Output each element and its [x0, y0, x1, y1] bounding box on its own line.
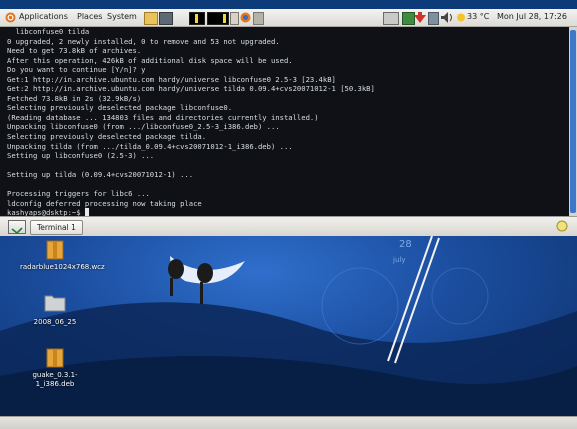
- applications-menu[interactable]: Applications: [19, 12, 68, 21]
- notification-icon[interactable]: [556, 220, 568, 232]
- desktop-icon-label: guake_0.3.1-1_i386.deb: [32, 371, 78, 388]
- terminal-line: (Reading database ... 134803 files and d…: [7, 112, 319, 122]
- terminal-line: Get:2 http://in.archive.ubuntu.com hardy…: [7, 84, 375, 94]
- notes-icon[interactable]: [253, 12, 264, 25]
- desktop[interactable]: 28 july radarblue1024x768.wcz 2008_06_25…: [0, 236, 577, 416]
- package-file-icon: [46, 348, 64, 368]
- top-panel: Applications Places System 33 °C Mon Jul…: [0, 9, 577, 27]
- separator-icon: [230, 12, 239, 25]
- desktop-icon-folder[interactable]: 2008_06_25: [20, 292, 90, 332]
- firefox-icon[interactable]: [240, 12, 251, 23]
- terminal-line: Setting up tilda (0.09.4+cvs20071012-1) …: [7, 170, 194, 180]
- terminal-scrollbar-thumb[interactable]: [570, 30, 576, 213]
- terminal-output[interactable]: libconfuse0 tilda 0 upgraded, 2 newly in…: [0, 27, 569, 216]
- wallpaper-calendar-month: july: [393, 256, 406, 264]
- terminal-line: Fetched 73.8kB in 2s (32.9kB/s): [7, 93, 142, 103]
- temperature-readout[interactable]: 33 °C: [467, 12, 489, 21]
- file-browser-icon[interactable]: [144, 12, 158, 25]
- terminal-cursor: [84, 208, 89, 216]
- terminal-line: Setting up libconfuse0 (2.5-3) ...: [7, 151, 155, 161]
- terminal-line: Unpacking libconfuse0 (from .../libconfu…: [7, 122, 280, 132]
- battery-tray-icon[interactable]: [428, 12, 439, 25]
- desktop-icon-label: 2008_06_25: [33, 318, 77, 326]
- terminal-line: ldconfig deferred processing now taking …: [7, 198, 202, 208]
- system-menu[interactable]: System: [107, 12, 137, 21]
- terminal-launcher-icon[interactable]: [159, 12, 173, 25]
- weather-icon: [457, 13, 465, 22]
- show-desktop-button[interactable]: [8, 220, 26, 235]
- update-tray-icon[interactable]: [414, 12, 426, 23]
- terminal-line: Selecting previously deselected package …: [7, 132, 207, 142]
- terminal-line: After this operation, 426kB of additiona…: [7, 55, 293, 65]
- terminal-window[interactable]: libconfuse0 tilda 0 upgraded, 2 newly in…: [0, 27, 569, 216]
- folder-icon: [44, 295, 66, 312]
- bottom-taskbar: Terminal 1: [0, 216, 577, 237]
- terminal-line: Selecting previously deselected package …: [7, 103, 233, 113]
- cpu-graph-icon: [207, 12, 229, 25]
- display-tray-icon[interactable]: [383, 12, 399, 25]
- wallpaper-calendar-day: 28: [399, 239, 412, 250]
- clock[interactable]: Mon Jul 28, 17:26: [497, 12, 567, 21]
- volume-tray-icon[interactable]: [441, 12, 453, 23]
- taskbar-terminal-button[interactable]: Terminal 1: [30, 220, 83, 235]
- terminal-line: libconfuse0 tilda: [7, 27, 90, 36]
- terminal-line: Get:1 http://in.archive.ubuntu.com hardy…: [7, 74, 336, 84]
- terminal-line: Need to get 73.8kB of archives.: [7, 46, 142, 56]
- desktop-icon-guake[interactable]: guake_0.3.1-1_i386.deb: [20, 347, 90, 397]
- desktop-icon-label: radarblue1024x768.wcz: [20, 263, 105, 271]
- terminal-line: kashyaps@dsktp:~$: [7, 208, 85, 216]
- desktop-icon-radarblue[interactable]: radarblue1024x768.wcz: [20, 239, 105, 289]
- system-monitor-icon: [189, 12, 205, 25]
- screen: Applications Places System 33 °C Mon Jul…: [0, 0, 577, 429]
- terminal-line: Do you want to continue [Y/n]? y: [7, 65, 146, 75]
- places-menu[interactable]: Places: [77, 12, 102, 21]
- terminal-line: Processing triggers for libc6 ...: [7, 189, 150, 199]
- window-bottom-edge: [0, 416, 577, 429]
- terminal-line: 0 upgraded, 2 newly installed, 0 to remo…: [7, 36, 280, 46]
- show-desktop-icon: [11, 227, 23, 235]
- archive-file-icon: [46, 240, 64, 260]
- ubuntu-logo-icon[interactable]: [5, 12, 16, 23]
- terminal-line: Unpacking tilda (from .../tilda_0.09.4+c…: [7, 141, 293, 151]
